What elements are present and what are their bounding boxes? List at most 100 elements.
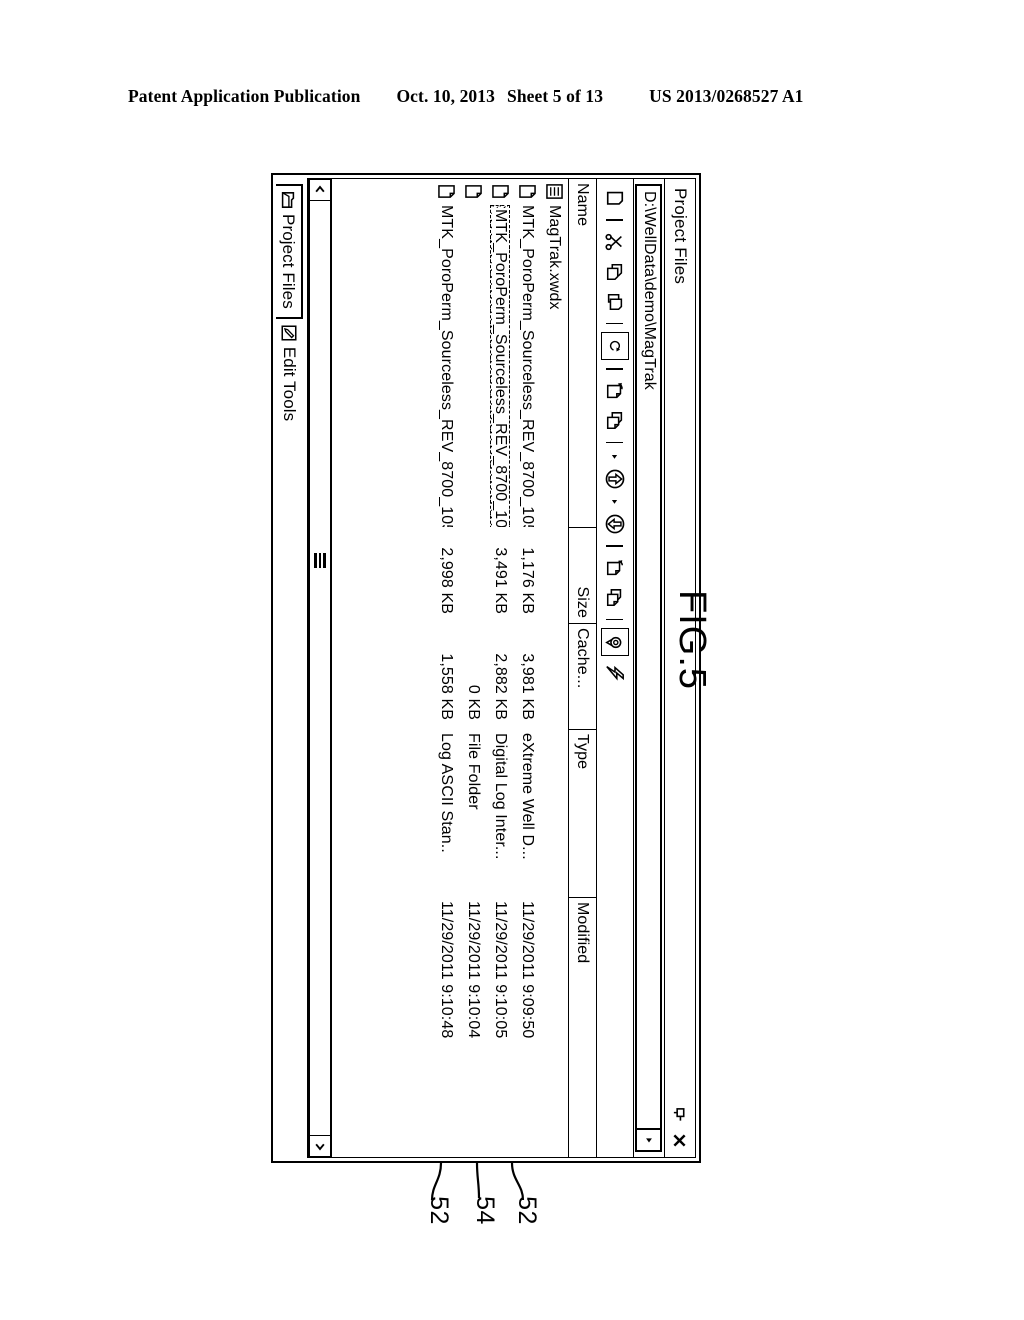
file-name-cell[interactable]: MTK_PoroPerm_Sourceless_REV_8700_10550_f… (433, 179, 460, 527)
bottom-tab-strip: Project Files Edit Tools (276, 178, 308, 1158)
page-icon (606, 191, 624, 205)
file-cache-cell: 0 KB (465, 684, 483, 720)
chevron-right-icon[interactable] (637, 1128, 661, 1150)
file-name-cell[interactable]: MagTrak.xwdx (541, 179, 568, 527)
document-icon (518, 183, 537, 200)
file-name-wrap: MagTrak.xwdx (546, 205, 564, 310)
toolbar-separator (606, 618, 624, 620)
address-bar: D:\WellData\demo\MagTrak (633, 179, 664, 1157)
undo-button[interactable] (602, 378, 628, 404)
file-modified-cell: 11/29/2011 9:10:05 (492, 901, 510, 1039)
cut-button[interactable] (602, 229, 628, 255)
tab-label: Edit Tools (280, 346, 300, 422)
file-name-wrap-selected: MTK_PoroPerm_Sourceless_REV_8700_10550_f… (490, 205, 511, 527)
file-modified-cell: 11/29/2011 9:10:48 (438, 901, 456, 1039)
up-circle-arrow-icon (605, 469, 625, 489)
file-cache-cell (541, 623, 568, 729)
file-name-cell[interactable]: MTK_PoroPerm_Sourceless_REV_8700_10550_f… (514, 179, 541, 527)
tab-edit-tools[interactable]: Edit Tools (276, 319, 303, 429)
lightning-bolt-icon (606, 665, 624, 681)
menu-arrow-icon[interactable] (602, 451, 628, 462)
down-circle-arrow-icon (605, 514, 625, 534)
file-size-cell (460, 527, 487, 623)
document-icon (491, 183, 510, 200)
close-icon[interactable] (673, 1133, 688, 1148)
grip-icon[interactable] (314, 553, 326, 568)
path-field[interactable]: D:\WellData\demo\MagTrak (635, 184, 663, 1152)
project-files-window: Project Files D:\WellData\demo\MagTrak N… (271, 173, 701, 1163)
rotated-window-wrapper: Project Files D:\WellData\demo\MagTrak N… (271, 173, 701, 1163)
path-text[interactable]: D:\WellData\demo\MagTrak (640, 186, 658, 1128)
file-name-wrap: MTK_PoroPerm_Sourceless_REV_8700_10550_f… (438, 205, 456, 527)
upload-button[interactable] (602, 466, 628, 492)
tab-label: Project Files (279, 214, 299, 309)
column-header-modified[interactable]: Modified (569, 897, 596, 1157)
file-name-label: MTK_PoroPerm_Sourceless_REV_8700_10550_f… (519, 205, 537, 527)
undo-page-icon (606, 382, 623, 398)
table-row[interactable]: 0 KB File Folder 11/29/2011 9:10:04 (460, 179, 487, 1157)
scrollbar-track[interactable] (309, 201, 331, 1135)
file-list-empty-space (332, 179, 433, 1157)
scroll-left-button[interactable] (309, 179, 331, 201)
lined-document-icon (545, 183, 564, 200)
toolbar (596, 179, 633, 1157)
table-row[interactable]: MTK_PoroPerm_Sourceless_REV_8700_10550_f… (433, 179, 460, 1157)
copy-button[interactable] (602, 259, 628, 285)
pin-icon[interactable] (673, 1107, 688, 1122)
column-header-size[interactable]: Size (569, 527, 596, 623)
file-list-body: MagTrak.xwdx MTK_PoroPerm_Sourceless_REV… (332, 179, 568, 1157)
toolbar-separator (606, 368, 624, 370)
refresh-button[interactable] (601, 332, 629, 360)
column-header-name[interactable]: Name (569, 179, 596, 527)
zap-button[interactable] (602, 660, 628, 686)
copy-pages-icon (606, 588, 622, 606)
scroll-right-button[interactable] (309, 1135, 331, 1157)
new-file-button[interactable] (602, 185, 628, 211)
download-button[interactable] (602, 511, 628, 537)
preview-button[interactable] (601, 628, 629, 656)
tab-project-files[interactable]: Project Files (276, 184, 303, 319)
file-type-cell (541, 729, 568, 897)
window-inner-frame: Project Files D:\WellData\demo\MagTrak N… (308, 178, 696, 1158)
toolbar-separator (606, 219, 624, 221)
column-header-cache[interactable]: Cache... (569, 623, 596, 729)
rotate-page-icon (606, 559, 624, 575)
file-name-cell[interactable]: MTK_PoroPerm_Sourceless_REV_8700_10550_f… (487, 179, 514, 527)
file-size-cell: 1,176 KB (519, 547, 537, 614)
arrow-right-icon (315, 1143, 325, 1151)
file-name-label: MagTrak.xwdx (546, 205, 564, 310)
column-header-type[interactable]: Type (569, 729, 596, 897)
menu-arrow-icon[interactable] (602, 496, 628, 507)
file-size-cell (541, 527, 568, 623)
copy-icon (606, 263, 623, 280)
table-row[interactable]: MTK_PoroPerm_Sourceless_REV_8700_10550_f… (487, 179, 514, 1157)
file-type-cell: Digital Log Inter... (492, 733, 510, 860)
paste-icon (607, 293, 623, 310)
scissors-icon (605, 233, 622, 250)
file-modified-cell: 11/29/2011 9:09:50 (519, 901, 537, 1039)
reference-numeral-52-bottom: 52 (512, 1196, 541, 1225)
file-modified-cell (541, 897, 568, 1157)
refresh-box-icon (609, 340, 621, 352)
paste-button[interactable] (602, 289, 628, 315)
file-cache-cell: 2,882 KB (492, 653, 510, 720)
file-name-label: MTK_PoroPerm_Sourceless_REV_8700_10550_f… (438, 205, 456, 527)
arrow-left-icon (315, 185, 325, 193)
file-name-cell[interactable] (460, 179, 487, 527)
toolbar-separator (606, 545, 624, 547)
reference-numeral-54: 54 (470, 1196, 499, 1225)
file-name-wrap: MTK_PoroPerm_Sourceless_REV_8700_10550_f… (519, 205, 537, 527)
table-row[interactable]: MagTrak.xwdx (541, 179, 568, 1157)
horizontal-scrollbar[interactable] (309, 179, 332, 1157)
file-cache-cell: 1,558 KB (438, 653, 456, 720)
table-row[interactable]: MTK_PoroPerm_Sourceless_REV_8700_10550_f… (514, 179, 541, 1157)
toolbar-separator (606, 441, 624, 443)
magnifier-icon (605, 636, 622, 648)
rotate-page-button[interactable] (602, 555, 628, 581)
toolbar-separator (606, 322, 624, 324)
document-icon (464, 183, 483, 200)
file-size-cell: 2,998 KB (438, 547, 456, 614)
figure-stage: Project Files D:\WellData\demo\MagTrak N… (0, 0, 1024, 1320)
duplicate-button[interactable] (602, 585, 628, 611)
copy-pages-button[interactable] (602, 408, 628, 434)
